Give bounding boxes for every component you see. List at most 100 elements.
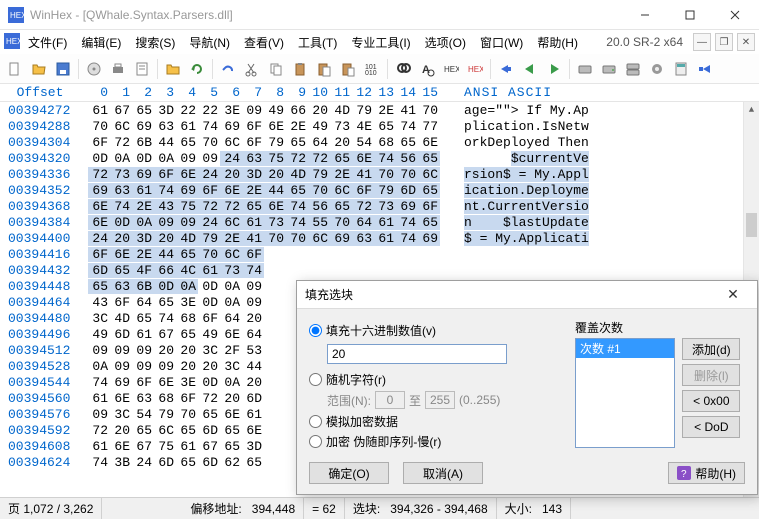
byte-cell[interactable]: 0A [132,215,154,230]
byte-cell[interactable]: 6B [132,279,154,294]
hex-col-header[interactable]: 15 [418,85,440,100]
byte-cell[interactable]: 67 [154,327,176,342]
byte-cell[interactable]: 65 [330,151,352,166]
byte-cell[interactable]: 65 [330,199,352,214]
disk1-button[interactable] [574,58,596,80]
byte-cell[interactable]: 6F [88,135,110,150]
byte-cell[interactable]: 0A [154,151,176,166]
find-text-button[interactable]: A [416,58,438,80]
byte-cell[interactable]: 6B [132,135,154,150]
byte-cell[interactable]: 79 [154,407,176,422]
byte-cell[interactable]: 61 [176,119,198,134]
byte-cell[interactable]: 0D [110,215,132,230]
byte-cell[interactable]: 6E [352,151,374,166]
byte-cell[interactable]: 0D [198,295,220,310]
byte-cell[interactable]: 61 [88,439,110,454]
byte-cell[interactable]: 6E [220,183,242,198]
open-button[interactable] [28,58,50,80]
properties-button[interactable] [131,58,153,80]
byte-cell[interactable]: 0D [88,151,110,166]
byte-cell[interactable]: 20 [220,167,242,182]
ascii-cell[interactable]: age=""> If My.Ap [440,103,589,118]
byte-cell[interactable]: 6E [220,327,242,342]
ascii-cell[interactable]: orkDeployed Then [440,135,589,150]
byte-cell[interactable]: 65 [418,151,440,166]
byte-cell[interactable]: 65 [88,279,110,294]
byte-cell[interactable]: 69 [88,183,110,198]
byte-cell[interactable]: 63 [242,151,264,166]
byte-cell[interactable]: 69 [330,231,352,246]
simulate-option[interactable]: 模拟加密数据 [309,413,565,430]
byte-cell[interactable]: 6F [198,311,220,326]
hex-col-header[interactable]: 4 [176,85,198,100]
byte-cell[interactable]: 20 [110,231,132,246]
byte-cell[interactable]: 6C [330,183,352,198]
print-button[interactable] [107,58,129,80]
byte-cell[interactable]: 24 [132,455,154,470]
byte-cell[interactable]: 64 [308,135,330,150]
byte-cell[interactable]: 75 [154,439,176,454]
byte-cell[interactable]: 2E [220,231,242,246]
byte-cell[interactable]: 6C [154,423,176,438]
byte-cell[interactable]: 74 [110,199,132,214]
byte-cell[interactable]: 56 [308,199,330,214]
passes-listbox[interactable]: 次数 #1 [575,338,675,448]
byte-cell[interactable]: 72 [88,167,110,182]
byte-cell[interactable]: 6F [88,247,110,262]
byte-cell[interactable]: 69 [176,183,198,198]
hex-col-header[interactable]: 5 [198,85,220,100]
byte-cell[interactable]: 6E [110,439,132,454]
byte-cell[interactable]: 2E [374,103,396,118]
byte-cell[interactable]: 65 [242,455,264,470]
byte-cell[interactable]: 6F [352,183,374,198]
byte-cell[interactable]: 6C [110,119,132,134]
byte-cell[interactable]: 65 [110,263,132,278]
hex-row[interactable]: 003943846E0D0A0909246C617374557064617465… [0,214,759,230]
byte-cell[interactable]: 54 [132,407,154,422]
open-disk-button[interactable] [83,58,105,80]
byte-cell[interactable]: 70 [330,215,352,230]
hex-col-header[interactable]: 1 [110,85,132,100]
hex-col-header[interactable]: 0 [88,85,110,100]
close-button[interactable] [712,0,757,29]
byte-cell[interactable]: 6D [198,455,220,470]
random-radio[interactable] [309,373,322,386]
hex-col-header[interactable]: 10 [308,85,330,100]
hex-col-header[interactable]: 6 [220,85,242,100]
byte-cell[interactable]: 2E [242,183,264,198]
ascii-cell[interactable]: plication.IsNetw [440,119,589,134]
refresh-button[interactable] [186,58,208,80]
hex-row[interactable]: 003944166F6E2E4465706C6F [0,246,759,262]
byte-cell[interactable]: 4D [286,167,308,182]
byte-cell[interactable]: 2E [286,119,308,134]
hex-row[interactable]: 0039440024203D204D792E4170706C6963617469… [0,230,759,246]
byte-cell[interactable]: 65 [286,135,308,150]
byte-cell[interactable]: 20 [264,167,286,182]
clipboard-button[interactable] [289,58,311,80]
byte-cell[interactable]: 6E [110,391,132,406]
byte-cell[interactable]: 64 [242,327,264,342]
byte-cell[interactable]: 65 [198,407,220,422]
byte-cell[interactable]: 20 [242,311,264,326]
byte-cell[interactable]: 67 [110,103,132,118]
gear-button[interactable] [646,58,668,80]
byte-cell[interactable]: 72 [88,423,110,438]
byte-cell[interactable]: 69 [110,375,132,390]
byte-cell[interactable]: 24 [198,215,220,230]
byte-cell[interactable]: 2F [220,343,242,358]
byte-cell[interactable]: 61 [88,391,110,406]
menu-help[interactable]: 帮助(H) [531,32,584,53]
byte-cell[interactable]: 6D [88,263,110,278]
byte-cell[interactable]: 0D [198,375,220,390]
byte-cell[interactable]: 66 [286,103,308,118]
byte-cell[interactable]: 70 [176,407,198,422]
byte-cell[interactable]: 53 [242,343,264,358]
byte-cell[interactable]: 6E [418,135,440,150]
byte-cell[interactable]: 68 [176,311,198,326]
byte-cell[interactable]: 64 [132,295,154,310]
ascii-cell[interactable]: ication.Deployme [440,183,589,198]
byte-cell[interactable]: 65 [176,423,198,438]
offset-header[interactable]: Offset [0,85,80,100]
byte-cell[interactable]: 49 [198,327,220,342]
hex-row[interactable]: 0039435269636174696F6E2E4465706C6F796D65… [0,182,759,198]
